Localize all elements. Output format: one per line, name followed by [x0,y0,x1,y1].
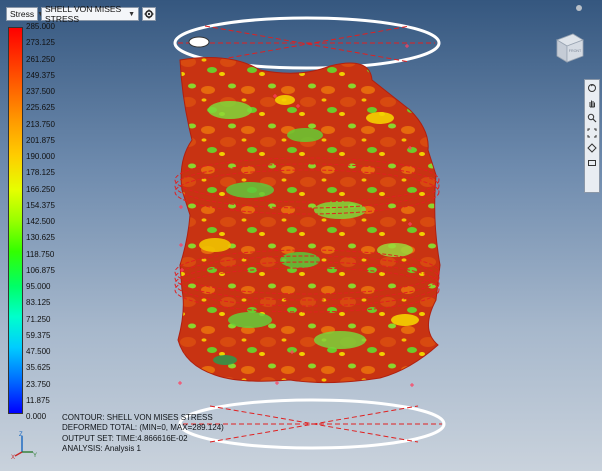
triad-x-label: X [11,455,15,460]
legend-value: 11.875 [26,395,50,405]
legend-value: 59.375 [26,330,51,340]
legend-value: 237.500 [26,87,55,96]
legend-value: 249.375 [26,70,55,80]
legend-labels: 285.000 273.125 261.250 249.375 237.500 225.6… [26,22,66,421]
result-settings-button[interactable] [142,7,156,21]
orbit-button[interactable] [586,82,598,94]
legend-value: 285.000 [26,22,55,31]
navigation-toolbar [584,79,600,193]
result-type-dropdown[interactable]: Stress ▼ [6,7,44,21]
legend-value: 273.125 [26,38,55,48]
pan-button[interactable] [586,97,598,109]
pan-icon [589,100,595,108]
result-component-value: SHELL VON MISES STRESS [45,4,122,24]
legend-value: 213.750 [26,119,55,129]
legend-value: 118.750 [26,249,55,259]
legend-value: 23.750 [26,379,51,389]
triad-y-label: Y [33,453,37,459]
legend-value: 95.000 [26,282,51,291]
legend-value: 178.125 [26,168,55,178]
analysis-info: ANALYSIS: Analysis 1 [62,444,141,454]
view-cube-face-label: FRONT [569,49,582,53]
zoom-button[interactable] [586,112,598,124]
contour-legend: 285.000 273.125 261.250 249.375 237.500 225.6… [6,22,56,421]
gear-icon [144,9,154,19]
legend-value: 47.500 [26,347,51,356]
status-dot [576,5,582,11]
model-viewport[interactable] [0,0,602,471]
axis-triad: Z Y X [11,432,37,460]
legend-value: 225.625 [26,103,55,113]
zoom-fit-icon [587,128,597,138]
look-at-button[interactable] [586,142,598,154]
legend-value: 190.000 [26,152,55,161]
legend-value: 166.250 [26,184,55,194]
chevron-down-icon: ▼ [128,10,135,18]
legend-value: 201.875 [26,135,55,145]
triad-z-label: Z [19,432,23,438]
legend-value: 35.625 [26,363,51,373]
result-info-block: CONTOUR: SHELL VON MISES STRESS DEFORMED… [62,413,224,455]
legend-value: 0.000 [26,412,47,421]
output-set-info: OUTPUT SET: TIME:4.866616E-02 [62,433,188,443]
contour-info: CONTOUR: SHELL VON MISES STRESS [62,413,213,422]
legend-value: 106.875 [26,265,55,275]
zoom-fit-button[interactable] [586,127,598,139]
look-at-icon [587,143,597,153]
deformed-info: DEFORMED TOTAL: (MIN=0, MAX=289.124) [62,423,224,433]
legend-value: 83.125 [26,298,51,308]
legend-value: 261.250 [26,54,55,64]
orbit-icon [588,84,596,92]
result-type-value: Stress [10,9,35,19]
zoom-icon [587,113,597,123]
legend-value: 71.250 [26,314,51,324]
result-toolbar: Stress ▼ SHELL VON MISES STRESS ▼ [6,4,156,24]
legend-value: 154.375 [26,200,55,210]
fit-view-button[interactable] [586,157,598,169]
legend-value: 142.500 [26,217,55,226]
view-cube[interactable]: FRONT [551,30,587,66]
fit-view-icon [588,160,596,166]
deformed-can-mesh[interactable] [177,57,441,384]
result-component-dropdown[interactable]: SHELL VON MISES STRESS ▼ [41,4,139,24]
legend-value: 130.625 [26,233,55,243]
top-hole [188,36,210,48]
legend-color-bar [8,27,23,414]
